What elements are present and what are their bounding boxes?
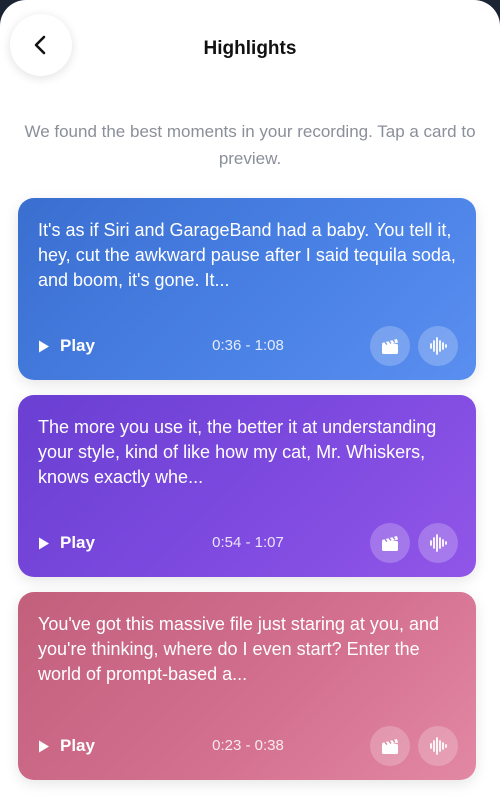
highlight-transcript: You've got this massive file just starin… [38,614,439,684]
time-range: 0:23 - 0:38 [212,737,284,754]
play-icon [39,537,49,549]
waveform-icon [430,737,447,755]
play-icon [39,340,49,352]
play-button[interactable]: Play [38,523,95,563]
audio-preview-button[interactable] [418,523,458,563]
waveform-icon [430,534,447,552]
create-clip-button[interactable] [370,726,410,766]
play-button[interactable]: Play [38,326,95,366]
play-label: Play [60,736,95,755]
highlight-transcript: It's as if Siri and GarageBand had a bab… [38,220,456,290]
highlight-transcript: The more you use it, the better it at un… [38,417,437,487]
waveform-icon [430,337,447,355]
page-subtitle: We found the best moments in your record… [24,122,476,168]
clapperboard-icon [382,739,398,754]
play-label: Play [60,533,95,552]
create-clip-button[interactable] [370,523,410,563]
time-range: 0:54 - 1:07 [212,534,284,551]
page-title: Highlights [203,38,297,59]
play-icon [39,740,49,752]
create-clip-button[interactable] [370,326,410,366]
audio-preview-button[interactable] [418,726,458,766]
highlight-card[interactable]: The more you use it, the better it at un… [18,395,476,577]
card-footer: Play 0:36 - 1:08 [38,326,458,366]
play-button[interactable]: Play [38,726,95,766]
highlights-sheet: Highlights We found the best moments in … [0,0,500,800]
audio-preview-button[interactable] [418,326,458,366]
time-range: 0:36 - 1:08 [212,337,284,354]
highlight-card[interactable]: It's as if Siri and GarageBand had a bab… [18,198,476,380]
clapperboard-icon [382,536,398,551]
header: Highlights [0,0,500,100]
card-footer: Play 0:23 - 0:38 [38,726,458,766]
card-footer: Play 0:54 - 1:07 [38,523,458,563]
highlight-card[interactable]: You've got this massive file just starin… [18,592,476,780]
clapperboard-icon [382,339,398,354]
play-label: Play [60,336,95,355]
